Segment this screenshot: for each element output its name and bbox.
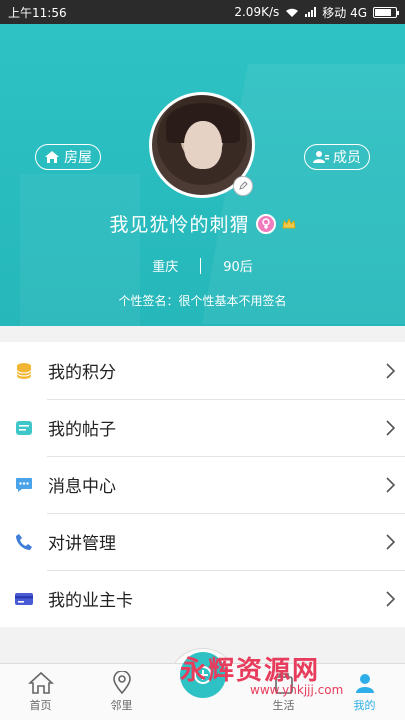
member-button[interactable]: 成员 — [304, 144, 370, 170]
nav-label: 生活 — [272, 699, 295, 712]
city: 重庆 — [152, 260, 179, 275]
nickname: 我见犹怜的刺猬 — [109, 214, 250, 236]
signature: 个性签名：很个性基本不用签名 — [118, 294, 287, 308]
chevron-right-icon — [375, 533, 405, 550]
menu-item-messages[interactable]: 消息中心 — [0, 456, 405, 513]
nav-label: 我的 — [353, 699, 376, 712]
chevron-right-icon — [375, 419, 405, 436]
profile-header: 房屋 成员 我见犹怜的刺猬 重庆 90后 个性签名：很个性基本不用签名 — [0, 24, 405, 326]
vip-crown-icon — [282, 217, 295, 228]
edit-avatar-icon[interactable] — [233, 176, 253, 196]
nav-neighbors[interactable]: 邻里 — [81, 664, 162, 720]
location-icon — [112, 671, 131, 695]
nav-label: 邻里 — [110, 699, 133, 712]
age-group: 90后 — [223, 260, 253, 275]
home-icon — [27, 671, 54, 694]
menu-item-owner-card[interactable]: 我的业主卡 — [0, 570, 405, 627]
watermark-url: www.yhkjjj.com — [250, 683, 344, 697]
menu-item-label: 消息中心 — [48, 477, 116, 497]
status-time: 上午11:56 — [8, 5, 67, 20]
menu-item-points[interactable]: 我的积分 — [0, 342, 405, 399]
chevron-right-icon — [375, 362, 405, 379]
user-icon — [355, 674, 374, 693]
nav-label: 首页 — [29, 699, 52, 712]
nav-home[interactable]: 首页 — [0, 664, 81, 720]
nickname-row: 我见犹怜的刺猬 — [0, 210, 405, 237]
profile-meta: 重庆 90后 — [0, 256, 405, 275]
signal-icon — [305, 7, 317, 17]
menu-item-label: 我的帖子 — [48, 420, 116, 440]
house-button[interactable]: 房屋 — [35, 144, 101, 170]
member-button-label: 成员 — [333, 150, 361, 166]
menu-item-posts[interactable]: 我的帖子 — [0, 399, 405, 456]
battery-icon — [373, 6, 399, 18]
post-icon — [0, 420, 48, 436]
house-button-label: 房屋 — [64, 150, 92, 166]
card-icon — [0, 592, 48, 606]
menu-list: 我的积分 我的帖子 消息中心 对讲管理 我的业主卡 — [0, 342, 405, 627]
watermark-text: 永辉资源网 — [180, 656, 321, 686]
coins-icon — [0, 362, 48, 380]
menu-item-intercom[interactable]: 对讲管理 — [0, 513, 405, 570]
watermark: 永辉资源网 www.yhkjjj.com — [180, 650, 343, 697]
female-icon — [255, 213, 276, 234]
network-speed: 2.09K/s — [234, 5, 280, 19]
members-icon — [313, 151, 329, 163]
menu-item-label: 我的积分 — [48, 363, 116, 383]
home-icon — [45, 151, 59, 163]
chevron-right-icon — [375, 476, 405, 493]
chevron-right-icon — [375, 590, 405, 607]
menu-item-label: 我的业主卡 — [48, 591, 133, 611]
status-bar: 上午11:56 2.09K/s 移动 4G — [0, 0, 405, 24]
phone-icon — [0, 533, 48, 551]
carrier-label: 移动 4G — [322, 5, 367, 20]
message-icon — [0, 477, 48, 493]
avatar[interactable] — [149, 92, 255, 198]
wifi-icon — [286, 8, 299, 17]
menu-item-label: 对讲管理 — [48, 534, 116, 554]
